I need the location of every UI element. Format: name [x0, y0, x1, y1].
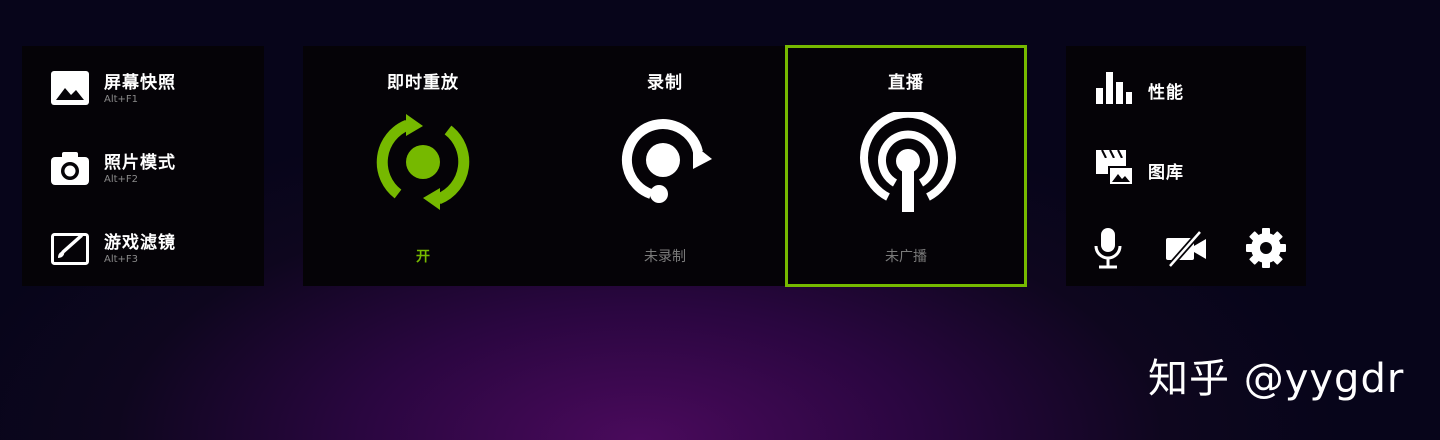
microphone-button[interactable] [1086, 226, 1130, 270]
game-filter-button[interactable]: 游戏滤镜 Alt+F3 [50, 228, 250, 268]
record-title: 录制 [647, 73, 683, 93]
camera-off-icon [1166, 230, 1206, 268]
screenshot-shortcut: Alt+F1 [104, 94, 139, 105]
record-status: 未录制 [644, 249, 686, 265]
instant-replay-icon [376, 114, 470, 210]
broadcast-status: 未广播 [885, 249, 927, 265]
game-filter-shortcut: Alt+F3 [104, 254, 139, 265]
performance-label: 性能 [1148, 83, 1184, 103]
microphone-icon [1094, 228, 1122, 269]
instant-replay-tile[interactable]: 即时重放 开 [303, 46, 543, 286]
filter-brush-icon [51, 233, 89, 265]
settings-button[interactable] [1244, 226, 1288, 270]
photo-mode-label: 照片模式 [104, 153, 176, 173]
performance-button[interactable]: 性能 [1094, 68, 1284, 108]
instant-replay-status: 开 [416, 249, 430, 265]
image-icon [51, 71, 89, 105]
screenshot-button[interactable]: 屏幕快照 Alt+F1 [50, 68, 250, 108]
watermark: 知乎 @yygdr [1148, 356, 1405, 402]
broadcast-title: 直播 [888, 73, 924, 93]
record-tile[interactable]: 录制 未录制 [545, 46, 785, 286]
photo-mode-button[interactable]: 照片模式 Alt+F2 [50, 148, 250, 188]
tools-panel: 性能 图库 [1066, 46, 1306, 286]
broadcast-icon [860, 112, 956, 212]
gallery-button[interactable]: 图库 [1094, 148, 1284, 188]
instant-replay-title: 即时重放 [387, 73, 459, 93]
gallery-label: 图库 [1148, 163, 1184, 183]
bar-chart-icon [1096, 72, 1132, 104]
broadcast-tile[interactable]: 直播 未广播 [785, 45, 1027, 287]
quick-actions-panel: 屏幕快照 Alt+F1 照片模式 Alt+F2 游戏滤镜 Alt+F3 [22, 46, 264, 286]
photo-mode-shortcut: Alt+F2 [104, 174, 139, 185]
camera-toggle-button[interactable] [1164, 226, 1208, 270]
gear-icon [1246, 228, 1286, 268]
gallery-icon [1096, 149, 1134, 186]
record-icon [621, 119, 712, 203]
game-filter-label: 游戏滤镜 [104, 233, 176, 253]
capture-features-panel: 即时重放 开 录制 未录制 直播 未广播 [303, 45, 1027, 287]
screenshot-label: 屏幕快照 [104, 73, 176, 93]
camera-icon [51, 152, 89, 185]
